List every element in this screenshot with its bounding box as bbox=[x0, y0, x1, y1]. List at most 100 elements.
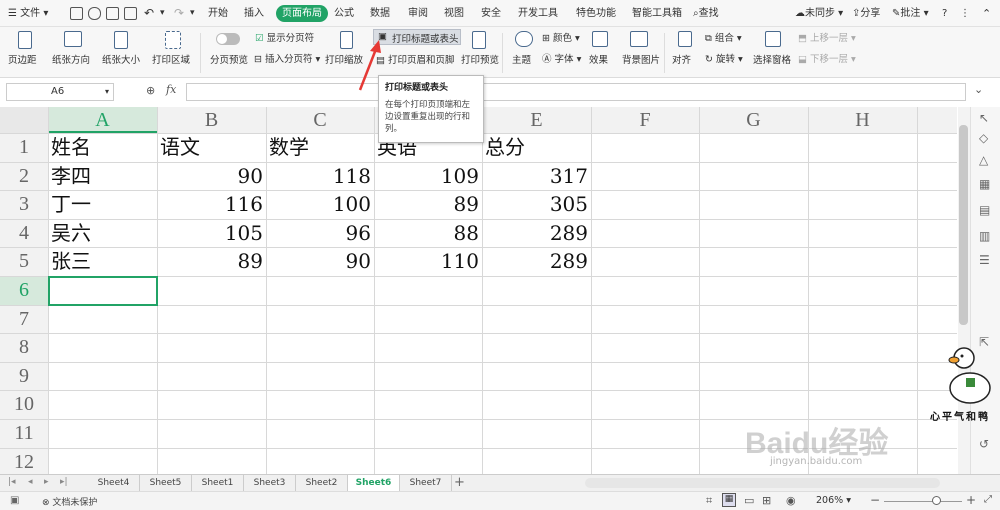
sidebar-history-icon[interactable]: ↺ bbox=[979, 437, 989, 451]
bring-forward-button[interactable]: ⬒ 上移一层 ▾ bbox=[798, 30, 856, 44]
search-button[interactable]: ⌕查找 bbox=[693, 0, 719, 27]
row-header[interactable]: 10 bbox=[0, 390, 48, 419]
print-preview-icon[interactable] bbox=[124, 7, 137, 20]
paper-size-button[interactable]: 纸张大小 bbox=[102, 52, 140, 66]
fonts-button[interactable]: Ⓐ 字体 ▾ bbox=[542, 51, 581, 65]
column-header[interactable]: F bbox=[591, 107, 699, 133]
formula-expand-icon[interactable]: ⌄ bbox=[974, 83, 983, 96]
comment-button[interactable]: ✎批注 ▾ bbox=[892, 0, 929, 27]
row-header[interactable]: 7 bbox=[0, 305, 48, 334]
row-header[interactable]: 11 bbox=[0, 419, 48, 448]
table-cell[interactable]: 90 bbox=[160, 162, 263, 190]
table-cell[interactable]: 96 bbox=[269, 219, 371, 247]
sheet-tab[interactable]: Sheet1 bbox=[192, 475, 244, 491]
theme-button[interactable]: 主题 bbox=[512, 52, 531, 66]
collapse-ribbon-icon[interactable]: ⌃ bbox=[982, 0, 991, 27]
table-cell[interactable]: 317 bbox=[485, 162, 588, 190]
background-image-button[interactable]: 背景图片 bbox=[622, 52, 660, 66]
print-preview-button[interactable]: 打印预览 bbox=[461, 52, 499, 66]
column-header[interactable]: A bbox=[48, 107, 157, 133]
table-cell[interactable]: 语文 bbox=[160, 133, 263, 161]
zoom-formula-icon[interactable]: ⊕ bbox=[146, 84, 155, 97]
menu-item-page-layout[interactable]: 页面布局 bbox=[276, 5, 328, 22]
status-view-icon[interactable]: ⌗ bbox=[706, 494, 712, 508]
table-cell[interactable]: 90 bbox=[269, 247, 371, 275]
sheet-tab[interactable]: Sheet7 bbox=[400, 475, 452, 491]
align-button[interactable]: 对齐 bbox=[672, 52, 691, 66]
last-sheet-icon[interactable]: ▸| bbox=[60, 477, 68, 487]
row-header[interactable]: 5 bbox=[0, 247, 48, 276]
send-backward-button[interactable]: ⬓ 下移一层 ▾ bbox=[798, 51, 856, 65]
menu-item-insert[interactable]: 插入 bbox=[244, 0, 264, 27]
save-icon[interactable] bbox=[70, 7, 83, 20]
sidebar-style-icon[interactable]: △ bbox=[979, 153, 988, 167]
formula-input[interactable] bbox=[186, 83, 966, 101]
table-cell[interactable]: 110 bbox=[377, 247, 479, 275]
rotate-button[interactable]: ↻ 旋转 ▾ bbox=[705, 51, 743, 65]
print-icon[interactable] bbox=[106, 7, 119, 20]
more-dropdown-icon[interactable]: ▾ bbox=[190, 0, 195, 27]
table-cell[interactable]: 118 bbox=[269, 162, 371, 190]
menu-item-data[interactable]: 数据 bbox=[370, 0, 390, 27]
margin-button[interactable]: 页边距 bbox=[8, 52, 37, 66]
redo-icon[interactable]: ↷ bbox=[174, 0, 184, 27]
row-header[interactable]: 1 bbox=[0, 133, 48, 162]
table-cell[interactable]: 吴六 bbox=[51, 219, 154, 247]
zoom-out-icon[interactable]: − bbox=[870, 493, 880, 507]
menu-item-smart-toolbox[interactable]: 智能工具箱 bbox=[632, 0, 682, 27]
sheet-tab[interactable]: Sheet6 bbox=[348, 475, 400, 491]
row-header[interactable]: 12 bbox=[0, 448, 48, 477]
vertical-scrollbar-thumb[interactable] bbox=[959, 125, 968, 325]
table-cell[interactable]: 数学 bbox=[269, 133, 371, 161]
fx-icon[interactable]: fx bbox=[166, 83, 176, 96]
prev-sheet-icon[interactable]: ◂ bbox=[28, 477, 33, 487]
column-header[interactable]: C bbox=[266, 107, 374, 133]
page-break-preview-toggle[interactable] bbox=[216, 33, 240, 45]
row-header[interactable]: 8 bbox=[0, 333, 48, 362]
effects-button[interactable]: 效果 bbox=[589, 52, 608, 66]
horizontal-scrollbar[interactable] bbox=[585, 478, 940, 488]
row-header[interactable]: 9 bbox=[0, 362, 48, 391]
undo-dropdown-icon[interactable]: ▾ bbox=[160, 0, 165, 27]
share-button[interactable]: ⇪分享 bbox=[852, 0, 880, 27]
table-cell[interactable]: 李四 bbox=[51, 162, 154, 190]
zoom-level[interactable]: 206% ▾ bbox=[816, 495, 851, 506]
menu-item-formulas[interactable]: 公式 bbox=[334, 0, 354, 27]
sheet-tab[interactable]: Sheet5 bbox=[140, 475, 192, 491]
file-menu[interactable]: ☰ 文件 ▾ bbox=[8, 0, 48, 27]
table-cell[interactable]: 109 bbox=[377, 162, 479, 190]
page-break-preview-button[interactable]: 分页预览 bbox=[210, 52, 248, 66]
print-area-button[interactable]: 打印区域 bbox=[152, 52, 190, 66]
sidebar-grid-icon[interactable]: ▤ bbox=[979, 203, 990, 217]
protection-status[interactable]: ⊗ 文档未保护 bbox=[42, 495, 97, 508]
name-box[interactable]: A6 ▾ bbox=[6, 83, 114, 101]
header-footer-button[interactable]: ▤ 打印页眉和页脚 bbox=[376, 52, 455, 66]
table-cell[interactable]: 116 bbox=[160, 190, 263, 218]
sidebar-chart-icon[interactable]: ▥ bbox=[979, 229, 990, 243]
table-cell[interactable]: 105 bbox=[160, 219, 263, 247]
page-break-view-icon[interactable]: ⊞ bbox=[762, 494, 771, 507]
more-options-icon[interactable]: ⋮ bbox=[960, 0, 970, 27]
zoom-slider-thumb[interactable] bbox=[932, 496, 941, 505]
table-cell[interactable]: 89 bbox=[377, 190, 479, 218]
table-cell[interactable]: 丁一 bbox=[51, 190, 154, 218]
menu-item-view[interactable]: 视图 bbox=[444, 0, 464, 27]
table-cell[interactable]: 姓名 bbox=[51, 133, 154, 161]
help-icon[interactable]: ? bbox=[942, 0, 947, 27]
column-header[interactable]: E bbox=[482, 107, 591, 133]
add-sheet-icon[interactable]: + bbox=[454, 475, 465, 490]
menu-item-security[interactable]: 安全 bbox=[481, 0, 501, 27]
sheet-tab[interactable]: Sheet2 bbox=[296, 475, 348, 491]
first-sheet-icon[interactable]: |◂ bbox=[8, 477, 16, 487]
select-all-corner[interactable] bbox=[0, 107, 48, 133]
menu-item-review[interactable]: 审阅 bbox=[408, 0, 428, 27]
table-cell[interactable]: 总分 bbox=[485, 133, 588, 161]
column-header[interactable]: B bbox=[157, 107, 266, 133]
table-cell[interactable]: 89 bbox=[160, 247, 263, 275]
zoom-in-icon[interactable]: + bbox=[966, 493, 976, 507]
menu-item-developer[interactable]: 开发工具 bbox=[518, 0, 558, 27]
sidebar-table-icon[interactable]: ▦ bbox=[979, 177, 990, 191]
sync-icon[interactable] bbox=[88, 7, 101, 20]
colors-button[interactable]: ⊞ 颜色 ▾ bbox=[542, 30, 580, 44]
fullscreen-icon[interactable]: ⤢ bbox=[984, 494, 992, 505]
